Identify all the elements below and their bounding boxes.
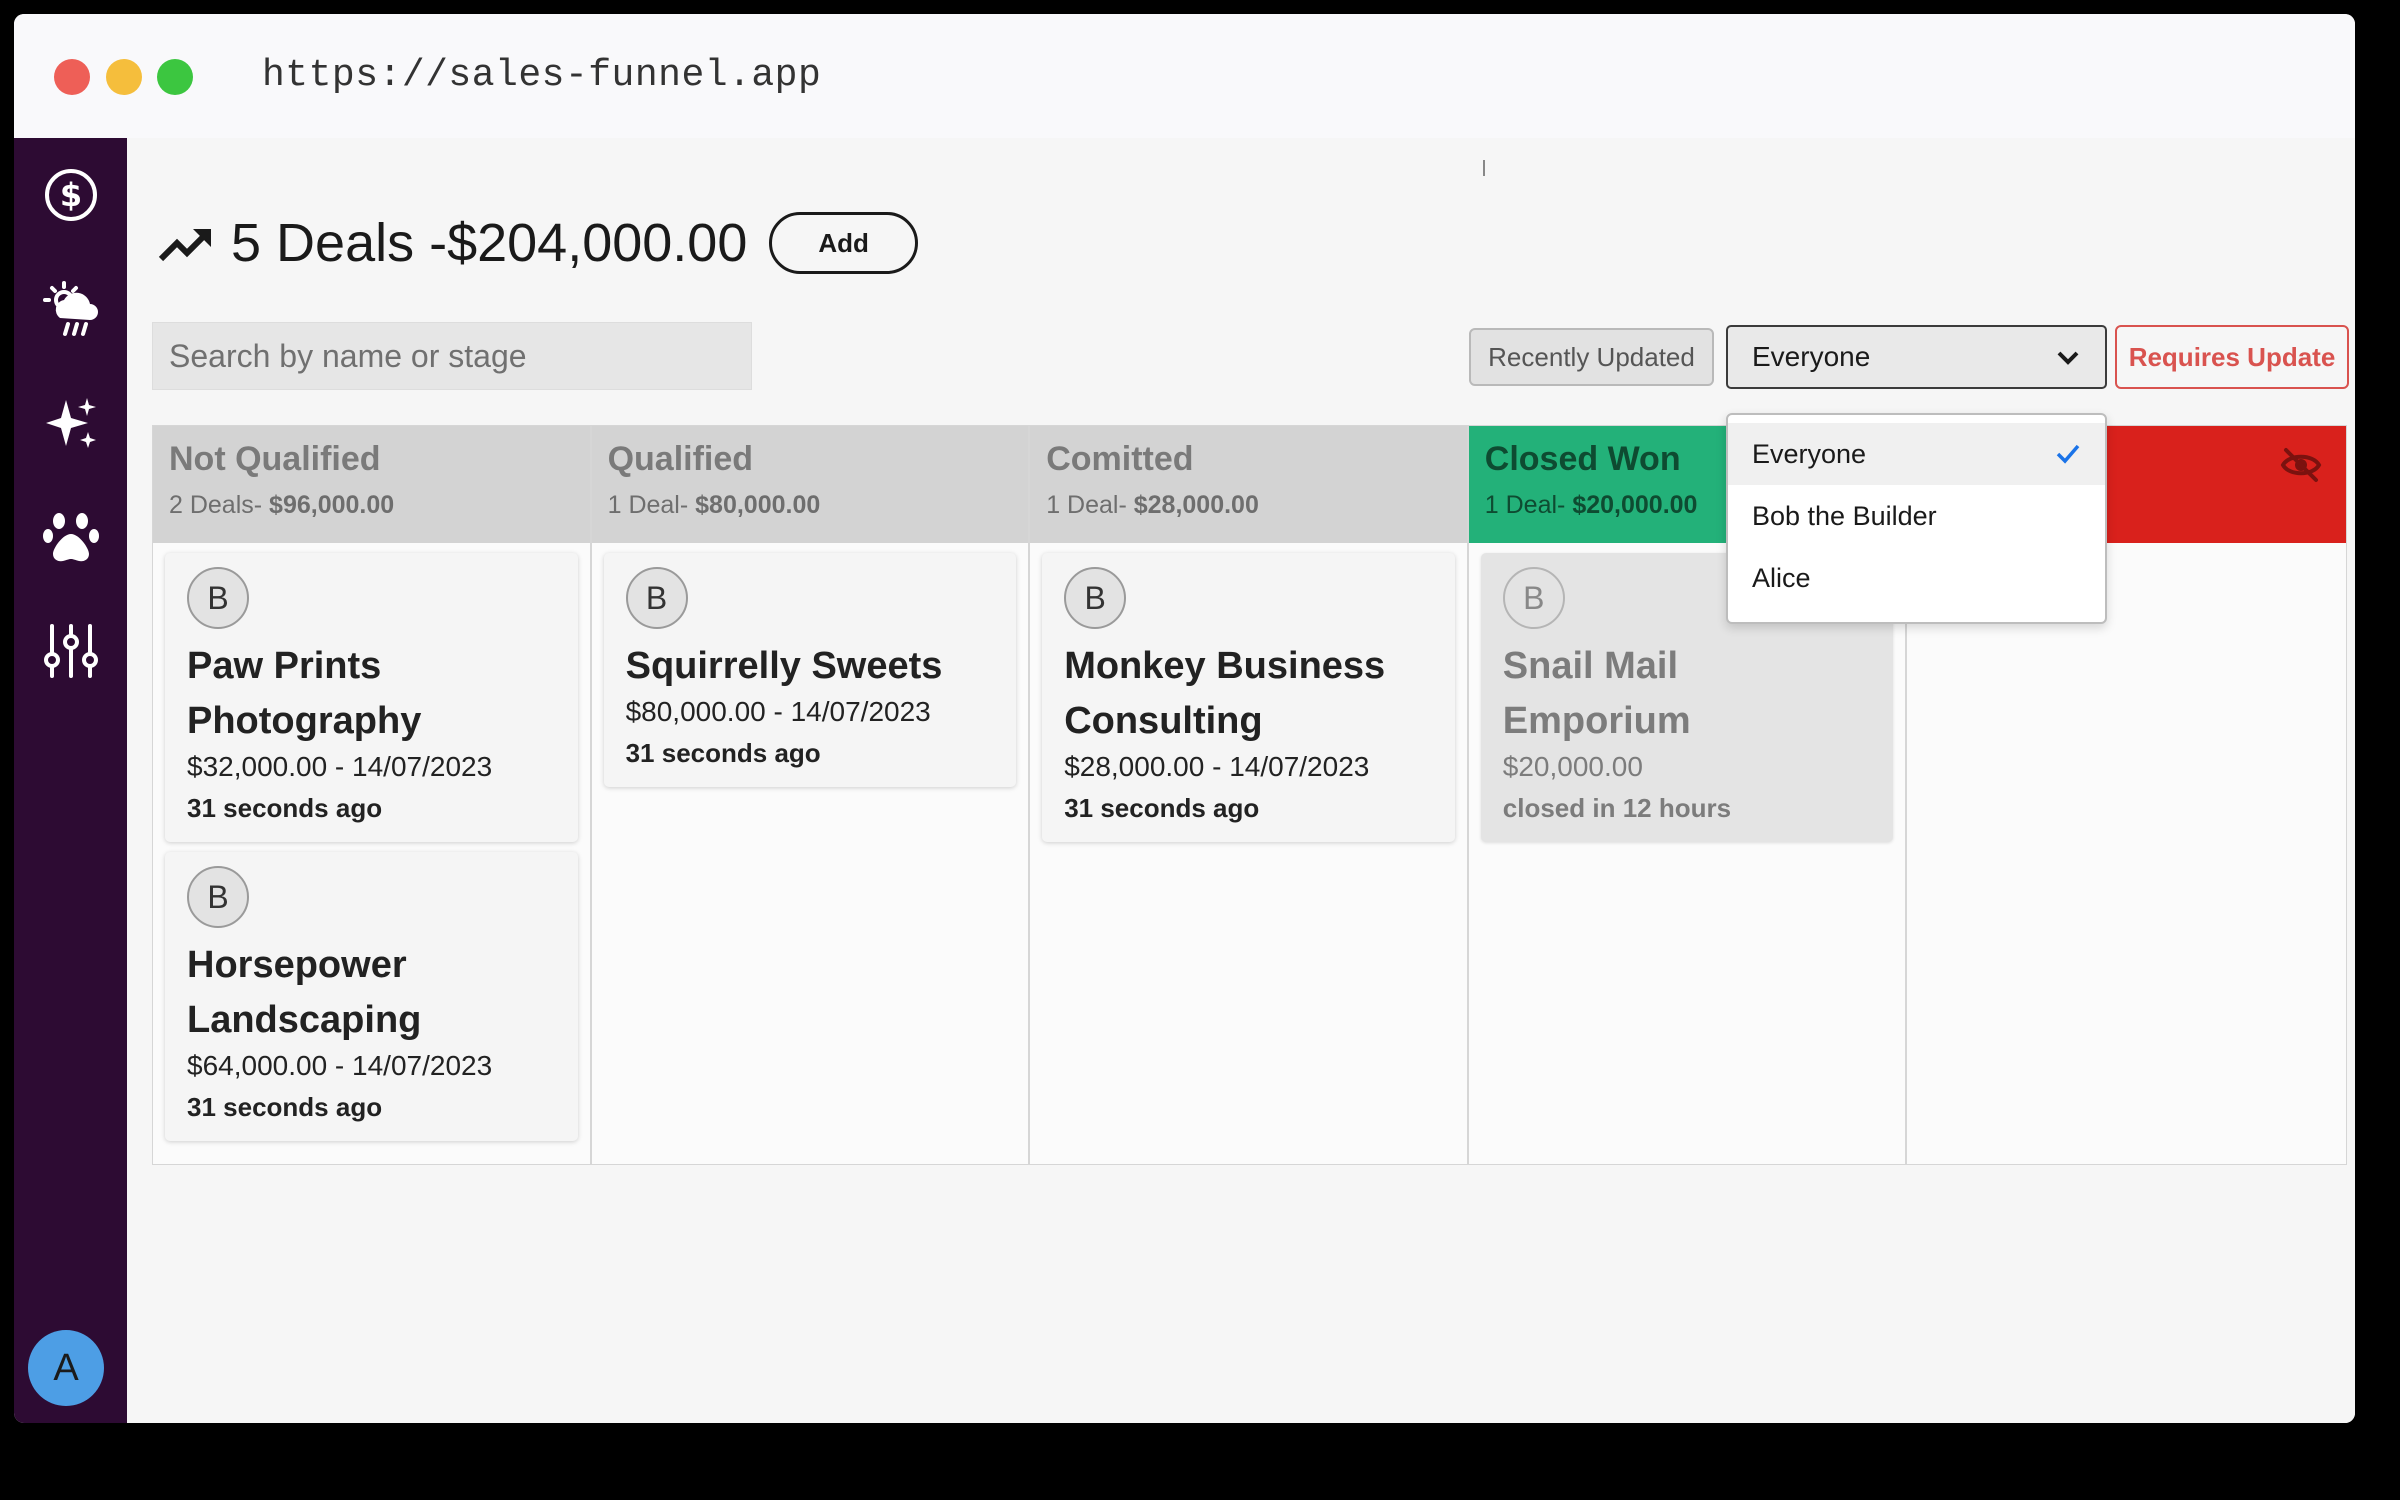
page-title: 5 Deals -$204,000.00 (231, 213, 748, 273)
column-header: Comitted 1 Deal- $28,000.00 (1030, 426, 1467, 543)
owner-avatar: B (1064, 567, 1127, 629)
add-deal-button[interactable]: Add (769, 212, 918, 274)
column-committed: Comitted 1 Deal- $28,000.00 B Monkey Bus… (1030, 426, 1469, 1164)
minimize-window-button[interactable] (106, 59, 142, 95)
column-title: Not Qualified (169, 440, 381, 478)
deal-value-date: $80,000.00 - 14/07/2023 (625, 696, 931, 727)
deal-value-date: $64,000.00 - 14/07/2023 (187, 1050, 493, 1081)
deal-card[interactable]: B Monkey Business Consulting $28,000.00 … (1042, 553, 1455, 842)
deal-value-date: $28,000.00 - 14/07/2023 (1064, 751, 1370, 782)
chevron-down-icon (2057, 351, 2079, 365)
column-title: Comitted (1046, 440, 1194, 478)
deal-name: Horsepower Landscaping (187, 944, 422, 1041)
owner-option-alice[interactable]: Alice (1728, 547, 2105, 609)
divider (1483, 160, 1485, 176)
column-summary: 2 Deals- $96,000.00 (169, 491, 395, 519)
deal-value-date: $32,000.00 - 14/07/2023 (187, 751, 493, 782)
deal-updated: 31 seconds ago (187, 1092, 383, 1122)
owner-avatar: B (625, 567, 688, 629)
column-summary: 1 Deal- $80,000.00 (607, 491, 821, 519)
dollar-icon[interactable]: $ (42, 166, 100, 224)
deal-updated: 31 seconds ago (1064, 793, 1260, 823)
trending-up-icon (158, 229, 211, 262)
main-content: 5 Deals -$204,000.00 Add Recently Update… (127, 138, 2355, 1423)
address-bar[interactable]: https://sales-funnel.app (262, 54, 821, 97)
deal-name: Snail Mail Emporium (1502, 645, 1691, 742)
svg-text:$: $ (60, 176, 82, 214)
recently-updated-button[interactable]: Recently Updated (1469, 328, 1714, 386)
requires-update-button[interactable]: Requires Update (2115, 325, 2349, 389)
page-header: 5 Deals -$204,000.00 Add (157, 208, 918, 278)
deal-name: Paw Prints Photography (187, 645, 422, 742)
column-header: Qualified 1 Deal- $80,000.00 (591, 426, 1029, 543)
check-icon (2056, 444, 2080, 464)
column-header: Not Qualified 2 Deals- $96,000.00 (153, 426, 590, 543)
column-summary: 1 Deal- $28,000.00 (1046, 491, 1259, 519)
owner-avatar: B (187, 567, 249, 629)
title-bar: https://sales-funnel.app (14, 14, 2355, 138)
owner-select-value: Everyone (1752, 341, 1871, 372)
paw-icon[interactable] (42, 508, 100, 566)
deal-value: $20,000.00 (1502, 751, 1643, 782)
sparkles-icon[interactable] (42, 394, 100, 452)
eye-off-icon[interactable] (2280, 444, 2322, 486)
browser-window: https://sales-funnel.app $ A 5 Deals -$2… (14, 14, 2355, 1423)
owner-avatar: B (187, 866, 249, 928)
deal-updated: 31 seconds ago (187, 793, 383, 823)
sliders-icon[interactable] (42, 622, 100, 680)
close-window-button[interactable] (54, 59, 90, 95)
sidebar: $ A (14, 138, 127, 1423)
user-avatar[interactable]: A (28, 1330, 104, 1406)
owner-option-bob[interactable]: Bob the Builder (1728, 485, 2105, 547)
deal-card[interactable]: B Paw Prints Photography $32,000.00 - 14… (165, 553, 578, 842)
column-qualified: Qualified 1 Deal- $80,000.00 B Squirrell… (591, 426, 1031, 1164)
deal-card[interactable]: B Squirrelly Sweets $80,000.00 - 14/07/2… (603, 553, 1017, 787)
owner-select[interactable]: Everyone (1726, 325, 2107, 389)
owner-dropdown-menu: Everyone Bob the Builder Alice (1726, 413, 2107, 624)
column-title: Qualified (607, 440, 754, 478)
owner-avatar: B (1502, 567, 1565, 629)
weather-icon[interactable] (42, 280, 100, 338)
deal-card[interactable]: B Horsepower Landscaping $64,000.00 - 14… (165, 852, 578, 1141)
deal-name: Squirrelly Sweets (625, 645, 943, 687)
owner-option-everyone[interactable]: Everyone (1728, 423, 2105, 485)
maximize-window-button[interactable] (157, 59, 193, 95)
deal-name: Monkey Business Consulting (1064, 645, 1386, 742)
search-input[interactable] (152, 322, 752, 390)
column-not-qualified: Not Qualified 2 Deals- $96,000.00 B Paw … (153, 426, 592, 1164)
deal-updated: 31 seconds ago (625, 738, 821, 768)
deal-closed-time: closed in 12 hours (1502, 793, 1732, 823)
